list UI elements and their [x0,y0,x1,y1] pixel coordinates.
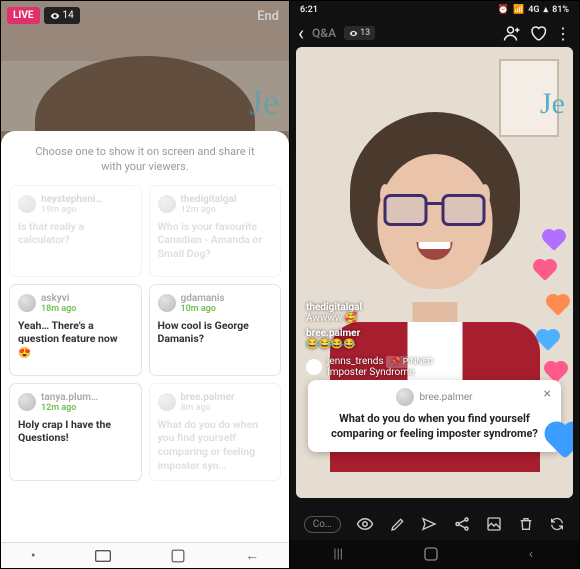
question-card[interactable]: tanya.plum…12m ago Holy crap I have the Q… [9,383,142,482]
status-bar: 6:21 ⏰ 📶 4G ▴ 81% [290,1,579,19]
avatar [18,294,36,312]
back-chevron[interactable]: ‹ [298,21,304,45]
comment: bree.palmer😂😂😂😂 [306,328,493,350]
card-time: 10m ago [181,304,225,314]
heart-icon[interactable] [529,24,547,42]
card-username: bree.palmer [181,392,235,403]
card-username: askyvi [41,293,76,304]
card-text: What do you do when you find yourself co… [158,418,273,473]
live-toolbar: Co… [296,510,573,538]
card-text: Who is your favourite Canadian - Amanda … [158,220,273,261]
home-button[interactable] [171,549,185,563]
pinned-comment: jenns_trends 📌 PINNEDImposter Syndrome [306,356,493,378]
back-button[interactable]: ← [245,547,259,564]
battery-label: 81% [552,5,569,15]
card-username: gdamanis [181,293,225,304]
questions-sheet: Choose one to show it on screen and shar… [1,131,289,568]
avatar [158,393,176,411]
home-button[interactable] [423,546,445,562]
card-username: heystephani… [41,194,103,205]
questions-grid: heystephani…19m ago Is that really a calc… [9,185,281,482]
card-time: 8m ago [181,403,235,413]
viewer-pane: 6:21 ⏰ 📶 4G ▴ 81% ‹ Q&A 13 ⋮ Je [290,1,579,568]
question-card[interactable]: thedigitalgal12m ago Who is your favourit… [149,185,282,277]
live-video: Je thedigitalgalAwwww 🥰bree.palmer😂😂😂😂je… [296,47,573,498]
live-badge: LIVE [7,7,40,24]
add-user-icon[interactable] [503,24,521,42]
avatar [18,195,36,213]
question-card[interactable]: bree.palmer8m ago What do you do when you… [149,383,282,482]
wall-decor: Je [249,81,279,123]
comment: thedigitalgalAwwww 🥰 [306,302,493,324]
card-time: 19m ago [41,205,103,215]
viewer-count-badge: 13 [344,26,375,40]
send-icon[interactable] [421,516,437,532]
recents-button[interactable] [95,550,111,562]
edit-icon[interactable] [390,516,406,532]
broadcaster-pane: Je LIVE 14 End Choose one to show it on … [1,1,290,568]
avatar [396,388,414,406]
question-card[interactable]: askyvi18m ago Yeah… There's a question fe… [9,284,142,376]
recents-button[interactable]: ||| [327,547,349,562]
gallery-icon[interactable] [486,516,502,532]
card-time: 12m ago [181,205,237,215]
live-topbar: ‹ Q&A 13 ⋮ [290,19,579,47]
alarm-icon: ⏰ [498,5,509,15]
broadcast-topbar: LIVE 14 [7,7,80,24]
signal-icon: ▴ [544,5,549,15]
card-username: tanya.plum… [41,392,98,403]
avatar [18,393,36,411]
sheet-instruction: Choose one to show it on screen and shar… [9,145,281,185]
trash-icon[interactable] [518,516,534,532]
card-text: How cool is George Damanis? [158,319,273,346]
nav-dot: • [31,548,36,564]
android-navbar: • ← [1,542,289,568]
close-icon[interactable]: × [544,386,551,402]
share-icon[interactable] [453,515,471,533]
status-time: 6:21 [300,5,318,15]
more-icon[interactable]: ⋮ [555,24,571,43]
card-time: 12m ago [41,403,98,413]
back-button[interactable]: ‹ [520,547,542,562]
question-overlay-card: bree.palmer × What do you do when you fi… [308,380,561,452]
eye-icon [349,29,358,38]
visibility-icon[interactable] [356,515,374,533]
eye-icon [50,11,60,21]
qa-label: Q&A [312,26,336,40]
flip-camera-icon[interactable] [549,516,565,532]
question-author: bree.palmer [419,392,472,403]
card-text: Holy crap I have the Questions! [18,418,133,445]
avatar [306,359,322,375]
end-button[interactable]: End [257,9,279,24]
wifi-icon: 📶 [513,5,524,15]
card-text: Is that really a calculator? [18,220,133,247]
card-text: Yeah… There's a question feature now 😍 [18,319,133,360]
question-text: What do you do when you find yourself co… [320,412,549,442]
android-navbar: ||| ‹ [290,540,579,568]
question-card[interactable]: heystephani…19m ago Is that really a calc… [9,185,142,277]
card-time: 18m ago [41,304,76,314]
comment-pill[interactable]: Co… [304,516,341,533]
network-label: 4G [528,5,539,15]
avatar [158,294,176,312]
floating-hearts [537,228,567,388]
question-card[interactable]: gdamanis10m ago How cool is George Damani… [149,284,282,376]
viewer-count-badge: 14 [44,7,80,24]
card-username: thedigitalgal [181,194,237,205]
comment-stream: thedigitalgalAwwww 🥰 bree.palmer😂😂😂😂 jenns… [306,302,493,378]
avatar [158,195,176,213]
